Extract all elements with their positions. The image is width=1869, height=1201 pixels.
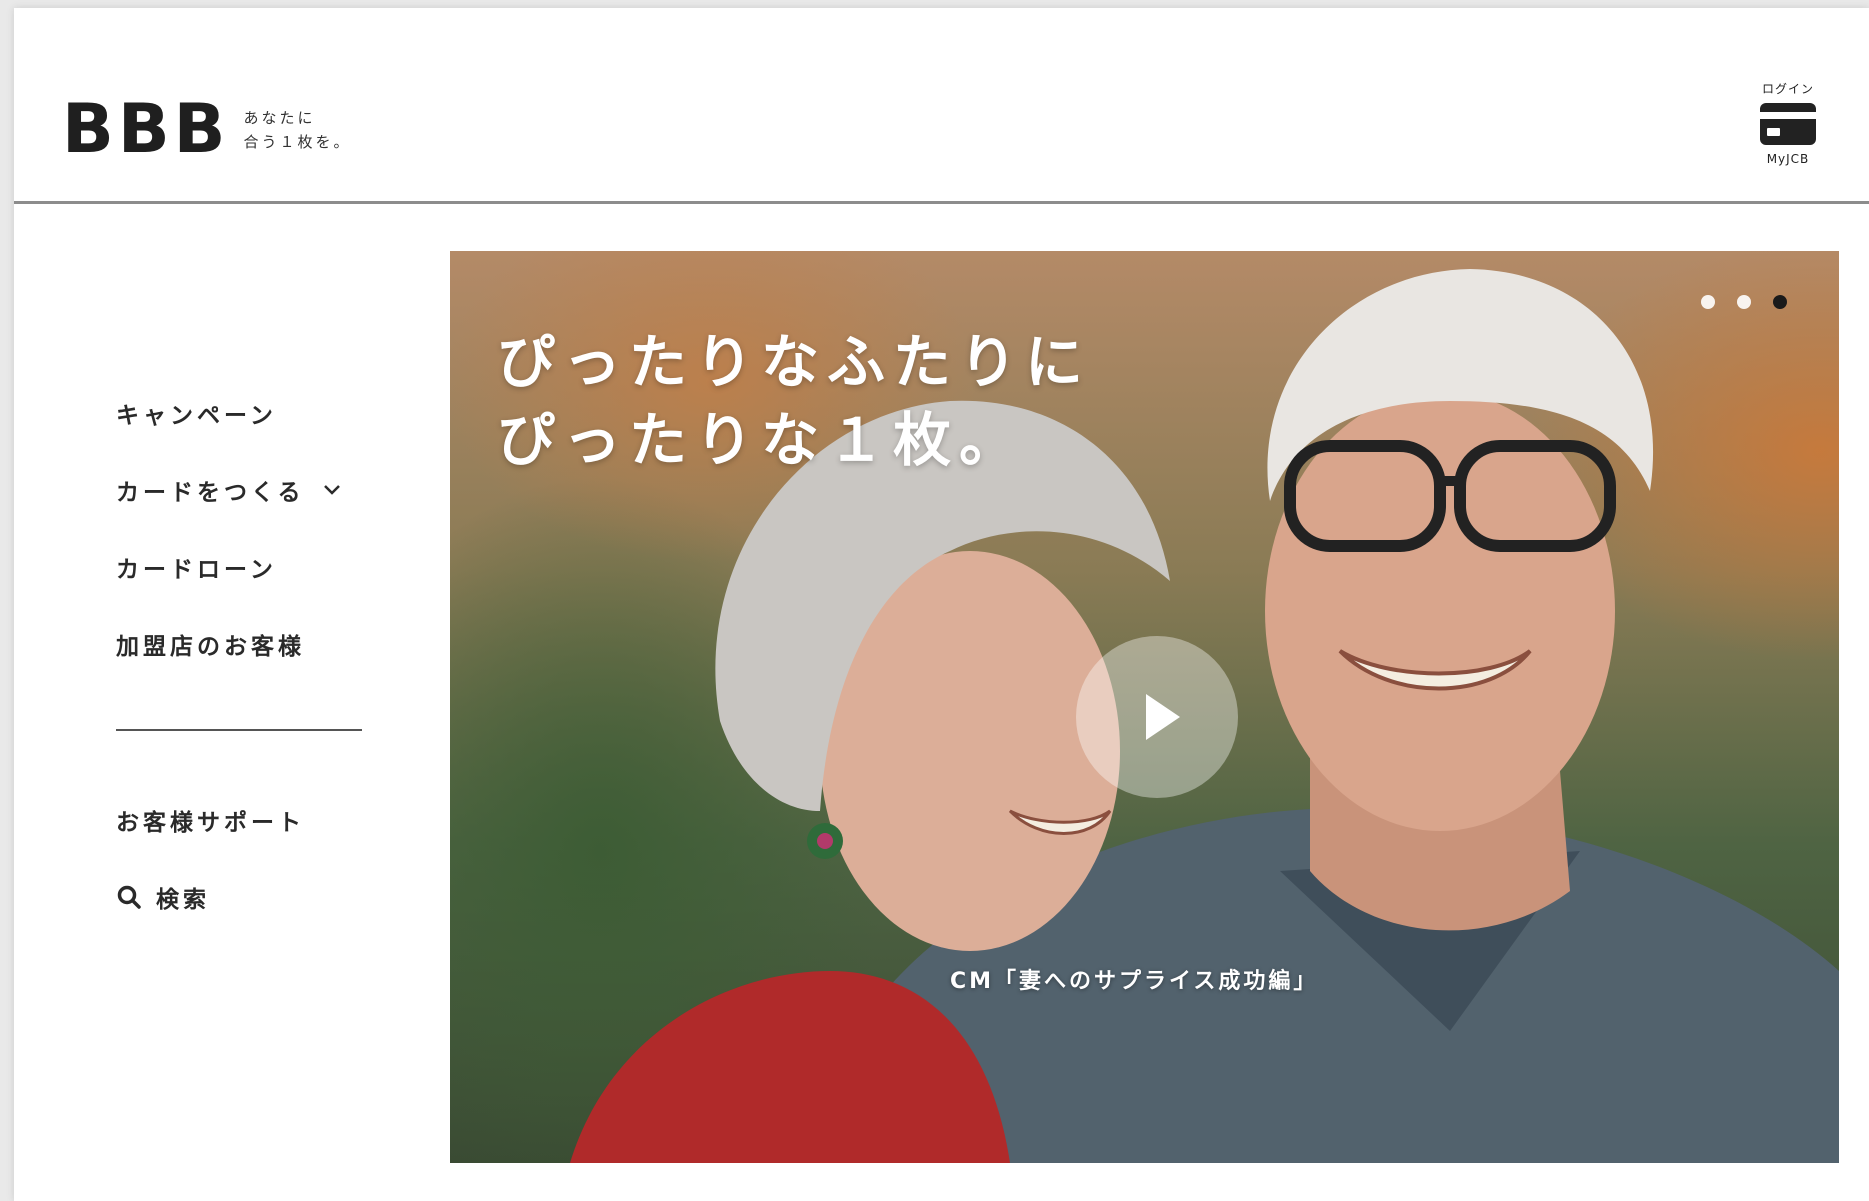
nav-item-card-loan[interactable]: カードローン: [116, 552, 376, 583]
play-icon: [1146, 694, 1180, 740]
hero-carousel[interactable]: ぴったりなふたりに ぴったりな１枚。 CM「妻へのサプライス成功編」: [450, 251, 1839, 1163]
nav-item-label: 検索: [156, 887, 210, 913]
sidebar-divider: [116, 729, 362, 731]
logo-tagline: あなたに 合う１枚を。: [244, 106, 352, 154]
chevron-down-icon: [323, 485, 340, 495]
nav-item-customer-support[interactable]: お客様サポート: [116, 805, 376, 836]
site-header: BBB あなたに 合う１枚を。 ログイン MyJCB: [14, 8, 1869, 204]
nav-item-merchants[interactable]: 加盟店のお客様: [116, 629, 376, 660]
nav-item-label: カードをつくる: [116, 480, 305, 506]
site-logo[interactable]: BBB あなたに 合う１枚を。: [62, 96, 352, 164]
nav-item-label: お客様サポート: [116, 810, 305, 836]
tagline-line-1: あなたに: [243, 109, 316, 127]
hero-caption: CM「妻へのサプライス成功編」: [950, 969, 1319, 994]
nav-item-label: 加盟店のお客様: [116, 634, 305, 660]
nav-item-label: キャンペーン: [116, 403, 277, 429]
carousel-dot-3[interactable]: [1773, 295, 1787, 309]
hero-headline: ぴったりなふたりに ぴったりな１枚。: [497, 323, 1091, 479]
sidebar-nav: キャンペーン カードをつくる カードローン 加盟店のお客様: [116, 398, 376, 660]
myjcb-login-button[interactable]: ログイン MyJCB: [1738, 82, 1838, 166]
sidebar-secondary-nav: お客様サポート 検索: [116, 805, 376, 913]
hero-headline-line-2: ぴったりな１枚。: [497, 406, 1026, 474]
myjcb-label: MyJCB: [1766, 152, 1810, 166]
carousel-indicators: [1679, 295, 1787, 309]
credit-card-icon: [1760, 103, 1816, 145]
nav-item-search[interactable]: 検索: [116, 882, 376, 913]
carousel-dot-1[interactable]: [1701, 295, 1715, 309]
browser-page: BBB あなたに 合う１枚を。 ログイン MyJCB キャンペーン カードをつく…: [14, 8, 1869, 1201]
play-video-button[interactable]: [1076, 636, 1238, 798]
search-icon: [117, 885, 141, 909]
login-label: ログイン: [1761, 82, 1814, 96]
nav-item-make-card[interactable]: カードをつくる: [116, 475, 376, 506]
nav-item-campaign[interactable]: キャンペーン: [116, 398, 376, 429]
nav-item-label: カードローン: [116, 557, 277, 583]
carousel-dot-2[interactable]: [1737, 295, 1751, 309]
tagline-line-2: 合う１枚を。: [243, 133, 352, 151]
hero-headline-line-1: ぴったりなふたりに: [497, 328, 1092, 396]
logo-mark: BBB: [62, 90, 230, 169]
